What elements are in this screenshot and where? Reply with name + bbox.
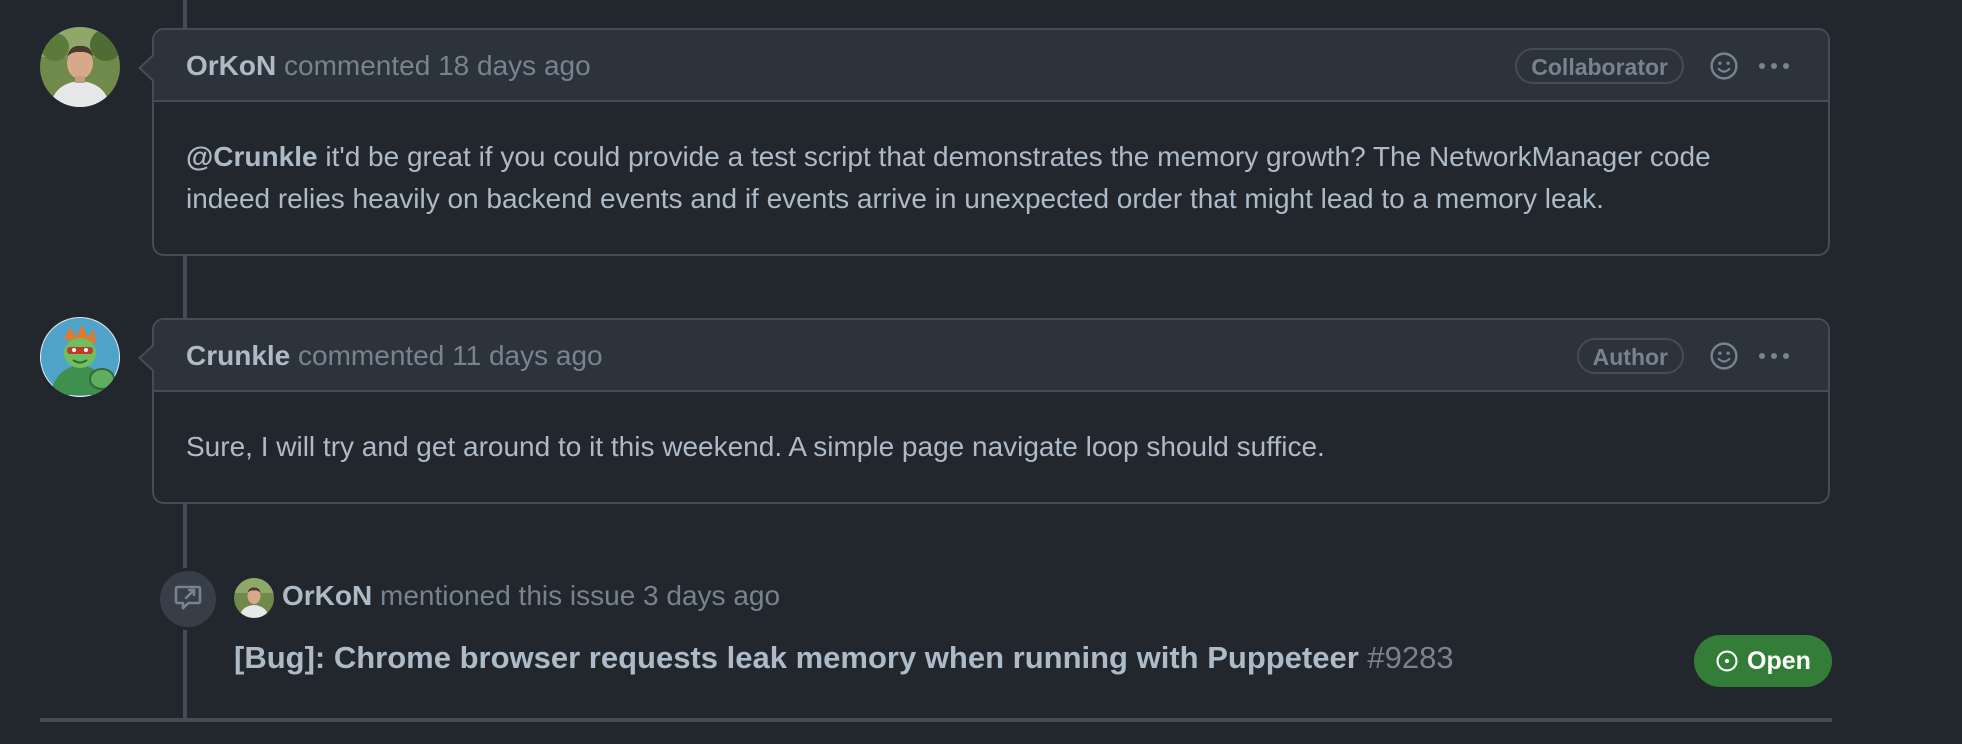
comment-author[interactable]: OrKoN bbox=[186, 50, 276, 81]
role-badge: Collaborator bbox=[1515, 48, 1684, 84]
event-meta: OrKoN mentioned this issue 3 days ago bbox=[282, 578, 780, 614]
avatar-cartoon-turtle-icon bbox=[40, 317, 120, 397]
event-timestamp[interactable]: 3 days ago bbox=[643, 580, 780, 611]
smiley-icon[interactable] bbox=[1706, 338, 1742, 374]
cross-reference-icon bbox=[157, 568, 219, 630]
comment-header: OrKoN commented 18 days ago Collaborator bbox=[138, 30, 1828, 102]
comment-text: Sure, I will try and get around to it th… bbox=[186, 431, 1325, 462]
comment-action: commented bbox=[290, 340, 453, 371]
avatar-crunkle[interactable] bbox=[40, 317, 120, 397]
comment-actions: Collaborator bbox=[1515, 46, 1792, 86]
comment-author[interactable]: Crunkle bbox=[186, 340, 290, 371]
avatar-photo-man-icon bbox=[234, 578, 274, 618]
referenced-issue-link[interactable]: [Bug]: Chrome browser requests leak memo… bbox=[234, 638, 1454, 678]
issue-state-badge: Open bbox=[1694, 635, 1832, 687]
comment-timestamp[interactable]: 11 days ago bbox=[452, 340, 603, 371]
comment-body: Sure, I will try and get around to it th… bbox=[154, 392, 1828, 502]
issue-title[interactable]: [Bug]: Chrome browser requests leak memo… bbox=[234, 640, 1359, 675]
issue-number[interactable]: #9283 bbox=[1367, 640, 1453, 675]
event-actor[interactable]: OrKoN bbox=[282, 580, 372, 611]
comment-1: OrKoN commented 18 days ago Collaborator… bbox=[138, 28, 1830, 256]
comment-actions: Author bbox=[1576, 336, 1792, 376]
comment-action: commented bbox=[276, 50, 439, 81]
comment-meta: Crunkle commented 11 days ago bbox=[186, 339, 603, 373]
timeline-divider bbox=[40, 718, 1832, 722]
smiley-icon[interactable] bbox=[1706, 48, 1742, 84]
comment-body: @Crunkle it'd be great if you could prov… bbox=[154, 102, 1828, 254]
comment-2: Crunkle commented 11 days ago Author Sur… bbox=[138, 318, 1830, 504]
user-mention-link[interactable]: @Crunkle bbox=[186, 141, 318, 172]
comment-text: it'd be great if you could provide a tes… bbox=[186, 141, 1711, 214]
comment-meta: OrKoN commented 18 days ago bbox=[186, 49, 591, 83]
role-badge: Author bbox=[1576, 338, 1684, 374]
issue-opened-icon bbox=[1716, 650, 1738, 672]
avatar-photo-man-icon bbox=[40, 27, 120, 107]
kebab-icon[interactable] bbox=[1756, 338, 1792, 374]
event-action: mentioned this issue bbox=[372, 580, 644, 611]
comment-header: Crunkle commented 11 days ago Author bbox=[138, 320, 1828, 392]
event-actor-avatar[interactable] bbox=[234, 578, 274, 618]
issue-state-label: Open bbox=[1747, 646, 1811, 675]
avatar-orkon[interactable] bbox=[40, 27, 120, 107]
kebab-icon[interactable] bbox=[1756, 48, 1792, 84]
comment-timestamp[interactable]: 18 days ago bbox=[438, 50, 591, 81]
